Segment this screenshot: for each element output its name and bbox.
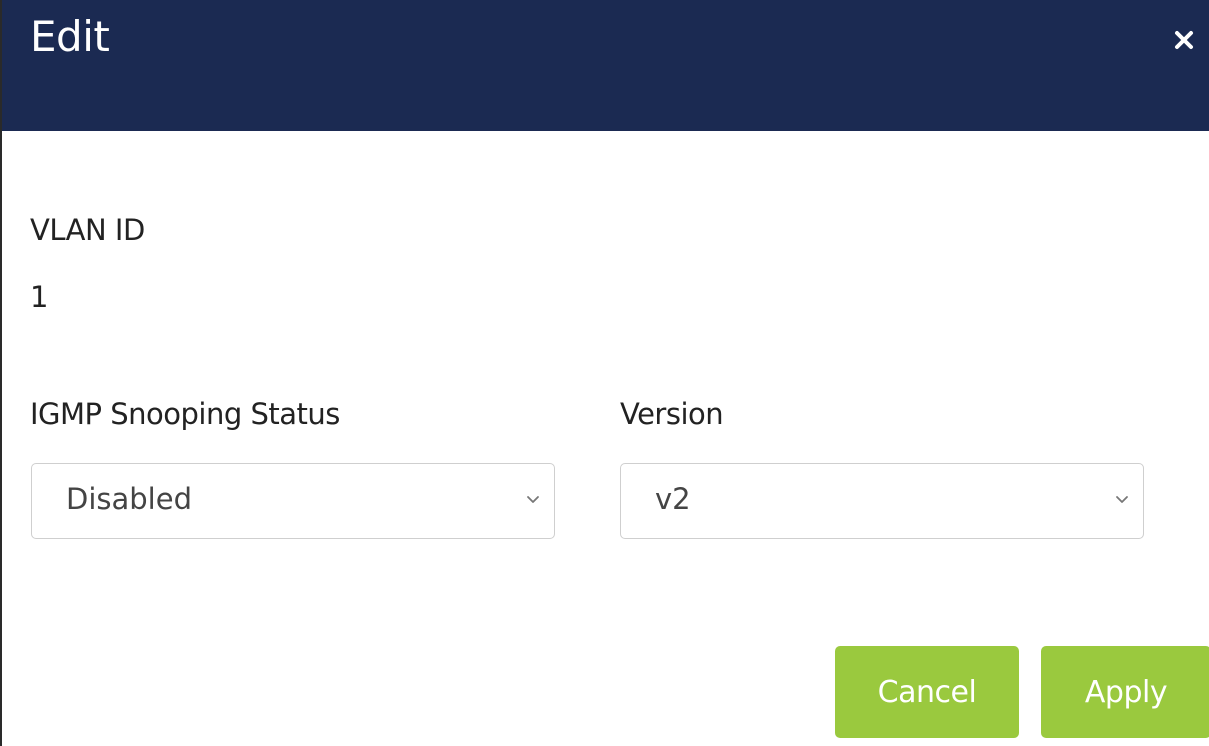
dialog-header: Edit: [2, 0, 1209, 131]
vlan-id-label: VLAN ID: [30, 213, 145, 247]
close-icon: [1166, 22, 1202, 58]
version-label: Version: [620, 397, 724, 431]
vlan-id-value: 1: [30, 280, 49, 314]
close-button[interactable]: [1166, 22, 1202, 58]
dialog-title: Edit: [30, 12, 110, 61]
chevron-down-icon: [526, 495, 540, 505]
version-selected-value: v2: [655, 482, 691, 516]
igmp-snooping-status-selected-value: Disabled: [66, 482, 192, 516]
igmp-snooping-status-label: IGMP Snooping Status: [30, 397, 340, 431]
chevron-down-icon: [1115, 495, 1129, 505]
apply-button[interactable]: Apply: [1041, 646, 1209, 738]
edit-dialog: Edit VLAN ID 1 IGMP Snooping Status Vers…: [0, 0, 1209, 746]
cancel-button[interactable]: Cancel: [835, 646, 1019, 738]
version-select[interactable]: v2: [620, 463, 1144, 539]
igmp-snooping-status-select[interactable]: Disabled: [31, 463, 555, 539]
